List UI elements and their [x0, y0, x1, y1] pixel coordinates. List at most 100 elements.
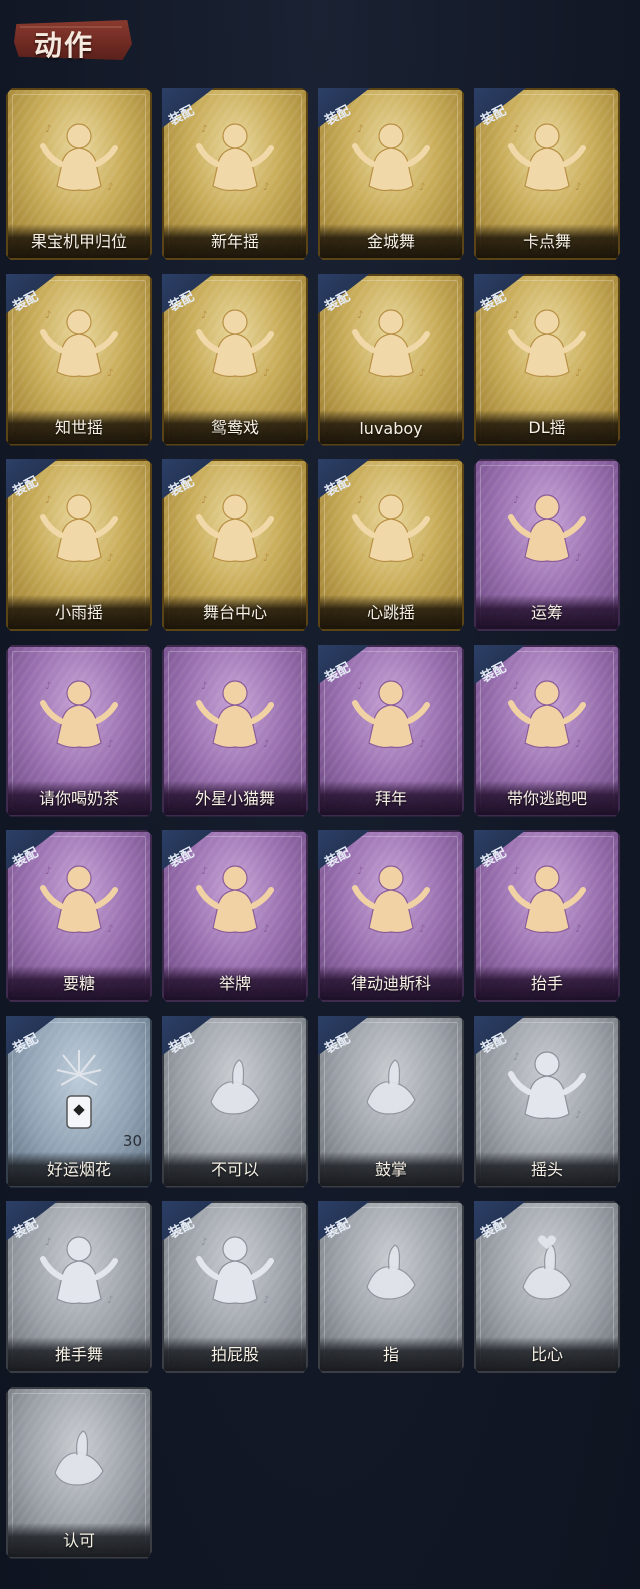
- clap-icon: [345, 1040, 437, 1140]
- svg-text:♪: ♪: [263, 368, 269, 379]
- svg-text:♪: ♪: [575, 1110, 581, 1121]
- emote-name: 鸳鸯戏: [210, 417, 259, 437]
- emote-name: 摇头: [530, 1159, 563, 1179]
- emote-name: 要糖: [62, 974, 95, 993]
- emote-card[interactable]: ♪ ♪ 推手舞 装配: [6, 1201, 152, 1373]
- finger-wag-icon: [189, 1040, 281, 1140]
- svg-text:♪: ♪: [513, 310, 519, 321]
- emote-card[interactable]: ♪ ♪ 拜年 装配: [318, 644, 464, 817]
- emote-card[interactable]: ♪ ♪ 金城舞 装配: [318, 88, 464, 260]
- svg-text:♪: ♪: [45, 866, 51, 877]
- dance-figure-icon: ♪ ♪: [33, 483, 125, 583]
- svg-text:♪: ♪: [45, 495, 51, 506]
- emote-card[interactable]: ♪ ♪ 律动迪斯科 装配: [318, 830, 464, 1002]
- svg-text:♪: ♪: [357, 681, 363, 692]
- emote-name: 抬手: [530, 974, 563, 993]
- emote-card[interactable]: ♪ ♪ 举牌 装配: [162, 830, 308, 1002]
- svg-text:♪: ♪: [45, 124, 51, 135]
- svg-text:♪: ♪: [513, 1052, 519, 1063]
- bow-figure-icon: ♪ ♪: [345, 669, 437, 769]
- svg-text:♪: ♪: [107, 182, 113, 193]
- emotes-page: 动作 ♪ ♪ 果宝机甲归位 ♪ ♪ 新年摇 装配 ♪ ♪ 金城舞 装配 ♪ ♪ …: [0, 0, 640, 1589]
- item-count: 30: [122, 1131, 142, 1150]
- emote-card[interactable]: 鼓掌 装配: [318, 1015, 464, 1188]
- svg-text:♪: ♪: [263, 553, 269, 564]
- emote-card[interactable]: ♪ ♪ 带你逃跑吧 装配: [474, 644, 620, 817]
- thumbs-up-icon: [33, 1411, 125, 1511]
- svg-text:♪: ♪: [575, 924, 581, 935]
- emote-card[interactable]: ♪ ♪ 小雨摇 装配: [6, 459, 152, 631]
- svg-text:♪: ♪: [107, 1295, 113, 1306]
- svg-text:♪: ♪: [419, 182, 425, 193]
- emote-card[interactable]: ♪ ♪ 运筹: [474, 459, 620, 631]
- svg-text:♪: ♪: [575, 739, 581, 750]
- svg-text:♪: ♪: [201, 310, 207, 321]
- dance-figure-icon: ♪ ♪: [501, 669, 593, 769]
- emote-name: 拜年: [374, 788, 407, 808]
- emote-name: luvaboy: [359, 418, 423, 438]
- section-header: 动作: [14, 14, 136, 64]
- emote-card[interactable]: ♪ ♪ 拍屁股 装配: [162, 1201, 308, 1373]
- emote-card-background: 认可: [6, 1386, 152, 1559]
- emote-name: 卡点舞: [522, 232, 571, 251]
- dance-figure-icon: ♪ ♪: [501, 112, 593, 212]
- emote-card[interactable]: ♪ ♪ 知世摇 装配: [6, 273, 152, 446]
- svg-text:♪: ♪: [45, 1237, 51, 1248]
- svg-text:♪: ♪: [357, 124, 363, 135]
- svg-text:♪: ♪: [263, 739, 269, 750]
- svg-text:♪: ♪: [575, 553, 581, 564]
- svg-text:♪: ♪: [419, 739, 425, 750]
- svg-text:♪: ♪: [107, 739, 113, 750]
- emote-name: 小雨摇: [54, 603, 103, 622]
- emote-name: 外星小猫舞: [194, 788, 275, 808]
- emote-card[interactable]: ♪ ♪ 请你喝奶茶: [6, 644, 152, 817]
- emote-card[interactable]: ♪ ♪ 新年摇 装配: [162, 88, 308, 260]
- emote-card-background: ♪ ♪ 运筹: [474, 459, 620, 631]
- emote-card[interactable]: ♪ ♪ 心跳摇 装配: [318, 459, 464, 631]
- svg-text:♪: ♪: [575, 368, 581, 379]
- emote-name: 不可以: [210, 1159, 259, 1179]
- emote-name: 心跳摇: [366, 603, 415, 622]
- emote-name: 律动迪斯科: [350, 974, 431, 993]
- dance-figure-icon: ♪ ♪: [189, 298, 281, 398]
- svg-text:♪: ♪: [45, 681, 51, 692]
- emote-card[interactable]: ♪ ♪ 要糖 装配: [6, 830, 152, 1002]
- emote-card[interactable]: 比心 装配: [474, 1201, 620, 1373]
- emote-card[interactable]: ♪ ♪ luvaboy 装配: [318, 273, 464, 446]
- emote-card[interactable]: 认可: [6, 1386, 152, 1559]
- svg-text:♪: ♪: [575, 182, 581, 193]
- dance-figure-icon: ♪ ♪: [345, 298, 437, 398]
- emote-card[interactable]: ♪ ♪ 舞台中心 装配: [162, 459, 308, 631]
- figure-icon: ♪ ♪: [501, 1040, 593, 1140]
- point-hand-icon: [345, 1225, 437, 1325]
- emote-name: 指: [382, 1345, 399, 1364]
- emote-card[interactable]: ♪ ♪ 摇头 装配: [474, 1015, 620, 1188]
- emote-card[interactable]: ♪ ♪ 鸳鸯戏 装配: [162, 273, 308, 446]
- emote-card[interactable]: ♪ ♪ 抬手 装配: [474, 830, 620, 1002]
- emote-name: 鼓掌: [374, 1159, 407, 1179]
- figure-icon: ♪ ♪: [33, 854, 125, 954]
- sign-figure-icon: ♪ ♪: [189, 854, 281, 954]
- svg-text:♪: ♪: [201, 866, 207, 877]
- emote-name: 好运烟花: [46, 1159, 111, 1179]
- emote-card-background: ♪ ♪ 果宝机甲归位: [6, 88, 152, 260]
- emote-card[interactable]: ♪ ♪ 卡点舞 装配: [474, 88, 620, 260]
- emote-card[interactable]: ♪ ♪ 果宝机甲归位: [6, 88, 152, 260]
- emote-card[interactable]: ♪ ♪ DL摇 装配: [474, 273, 620, 446]
- figure-icon: ♪ ♪: [189, 1225, 281, 1325]
- emote-name: 认可: [62, 1530, 95, 1550]
- svg-text:♪: ♪: [107, 553, 113, 564]
- emote-card[interactable]: 好运烟花 装配 30: [6, 1015, 152, 1188]
- emote-name: 推手舞: [54, 1345, 103, 1364]
- svg-text:♪: ♪: [107, 368, 113, 379]
- svg-text:♪: ♪: [263, 1295, 269, 1306]
- emote-name: 金城舞: [366, 232, 415, 251]
- dance-figure-icon: ♪ ♪: [33, 298, 125, 398]
- svg-text:♪: ♪: [357, 866, 363, 877]
- svg-text:♪: ♪: [513, 495, 519, 506]
- emote-card[interactable]: ♪ ♪ 外星小猫舞: [162, 644, 308, 817]
- dance-figure-icon: ♪ ♪: [345, 112, 437, 212]
- emote-card[interactable]: 不可以 装配: [162, 1015, 308, 1188]
- emote-name: 知世摇: [54, 417, 103, 437]
- emote-card[interactable]: 指装配: [318, 1201, 464, 1373]
